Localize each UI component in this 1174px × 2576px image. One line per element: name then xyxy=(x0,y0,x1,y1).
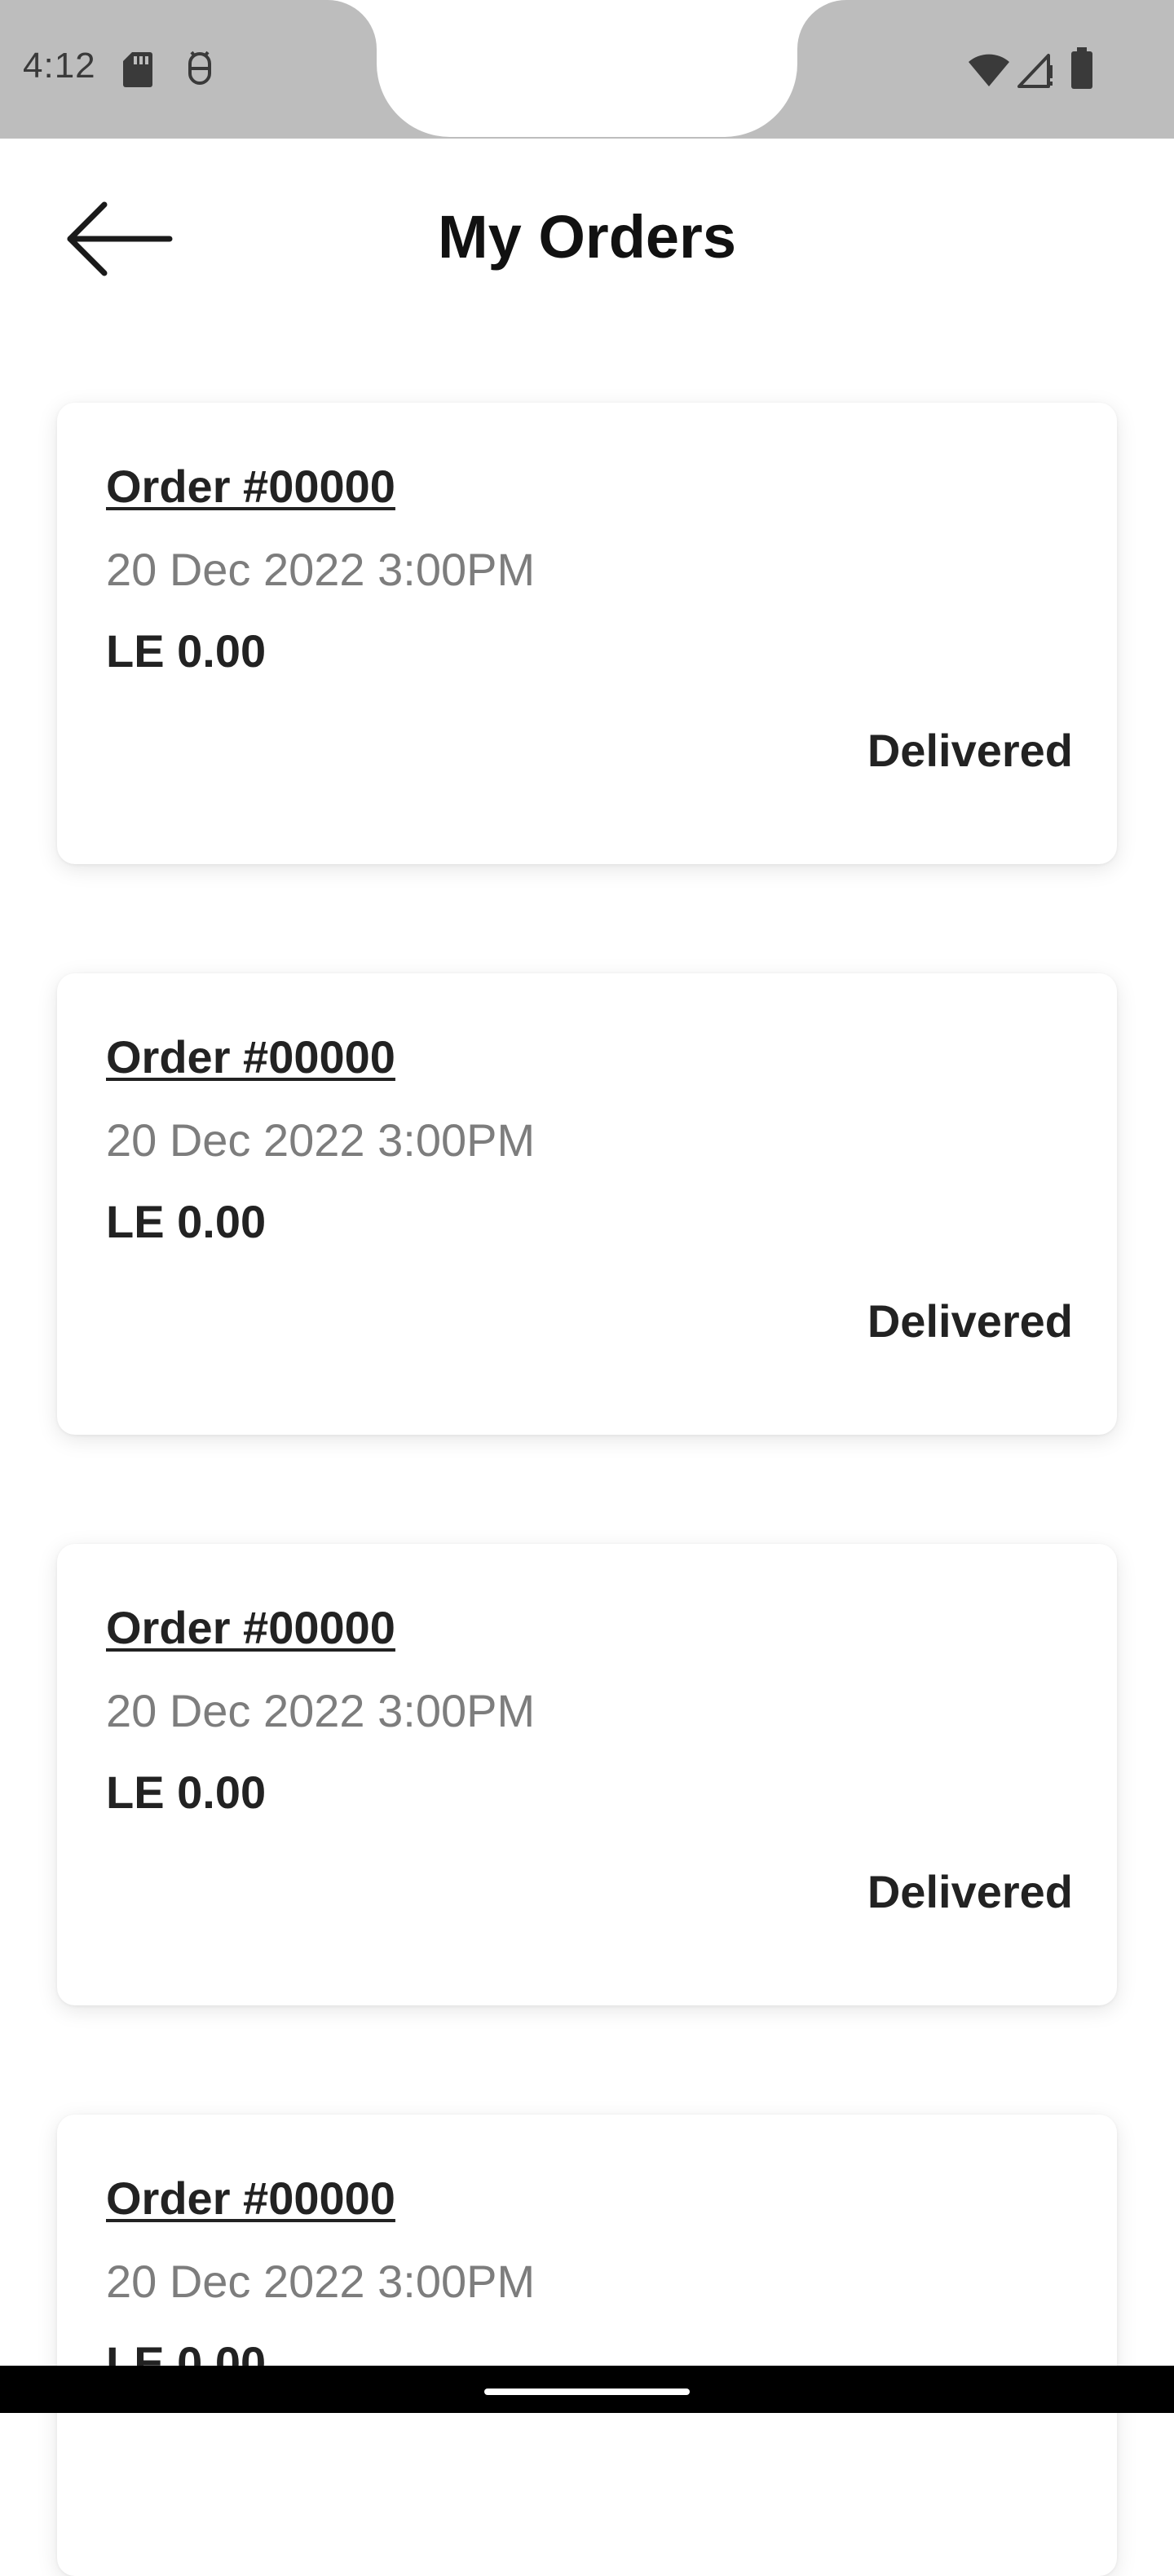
order-number-link[interactable]: Order #00000 xyxy=(106,2172,395,2225)
camera-notch xyxy=(377,0,797,137)
home-indicator[interactable] xyxy=(484,2389,690,2395)
order-number-link[interactable]: Order #00000 xyxy=(106,1030,395,1083)
order-card[interactable]: Order #00000 20 Dec 2022 3:00PM LE 0.00 … xyxy=(57,1544,1117,2005)
order-total: LE 0.00 xyxy=(106,1767,267,1818)
order-date: 20 Dec 2022 3:00PM xyxy=(106,544,536,595)
order-card[interactable]: Order #00000 20 Dec 2022 3:00PM LE 0.00 … xyxy=(57,403,1117,864)
page-title: My Orders xyxy=(437,203,737,271)
sd-card-icon xyxy=(122,51,153,92)
wifi-icon xyxy=(967,51,1011,92)
order-card[interactable]: Order #00000 20 Dec 2022 3:00PM LE 0.00 xyxy=(57,2115,1117,2576)
signal-icon xyxy=(1016,51,1055,92)
android-debug-icon xyxy=(183,49,217,92)
order-status: Delivered xyxy=(867,1866,1073,1917)
system-nav-bar xyxy=(0,2366,1174,2413)
order-date: 20 Dec 2022 3:00PM xyxy=(106,1114,536,1166)
order-number-link[interactable]: Order #00000 xyxy=(106,460,395,513)
order-status: Delivered xyxy=(867,725,1073,776)
battery-icon xyxy=(1070,47,1094,94)
order-status: Delivered xyxy=(867,1295,1073,1347)
status-bar: 4:12 xyxy=(0,0,1174,139)
order-card[interactable]: Order #00000 20 Dec 2022 3:00PM LE 0.00 … xyxy=(57,973,1117,1435)
order-date: 20 Dec 2022 3:00PM xyxy=(106,2256,536,2307)
order-total: LE 0.00 xyxy=(106,625,267,677)
order-number-link[interactable]: Order #00000 xyxy=(106,1601,395,1654)
status-time: 4:12 xyxy=(23,46,96,86)
order-date: 20 Dec 2022 3:00PM xyxy=(106,1685,536,1736)
order-total: LE 0.00 xyxy=(106,1196,267,1247)
